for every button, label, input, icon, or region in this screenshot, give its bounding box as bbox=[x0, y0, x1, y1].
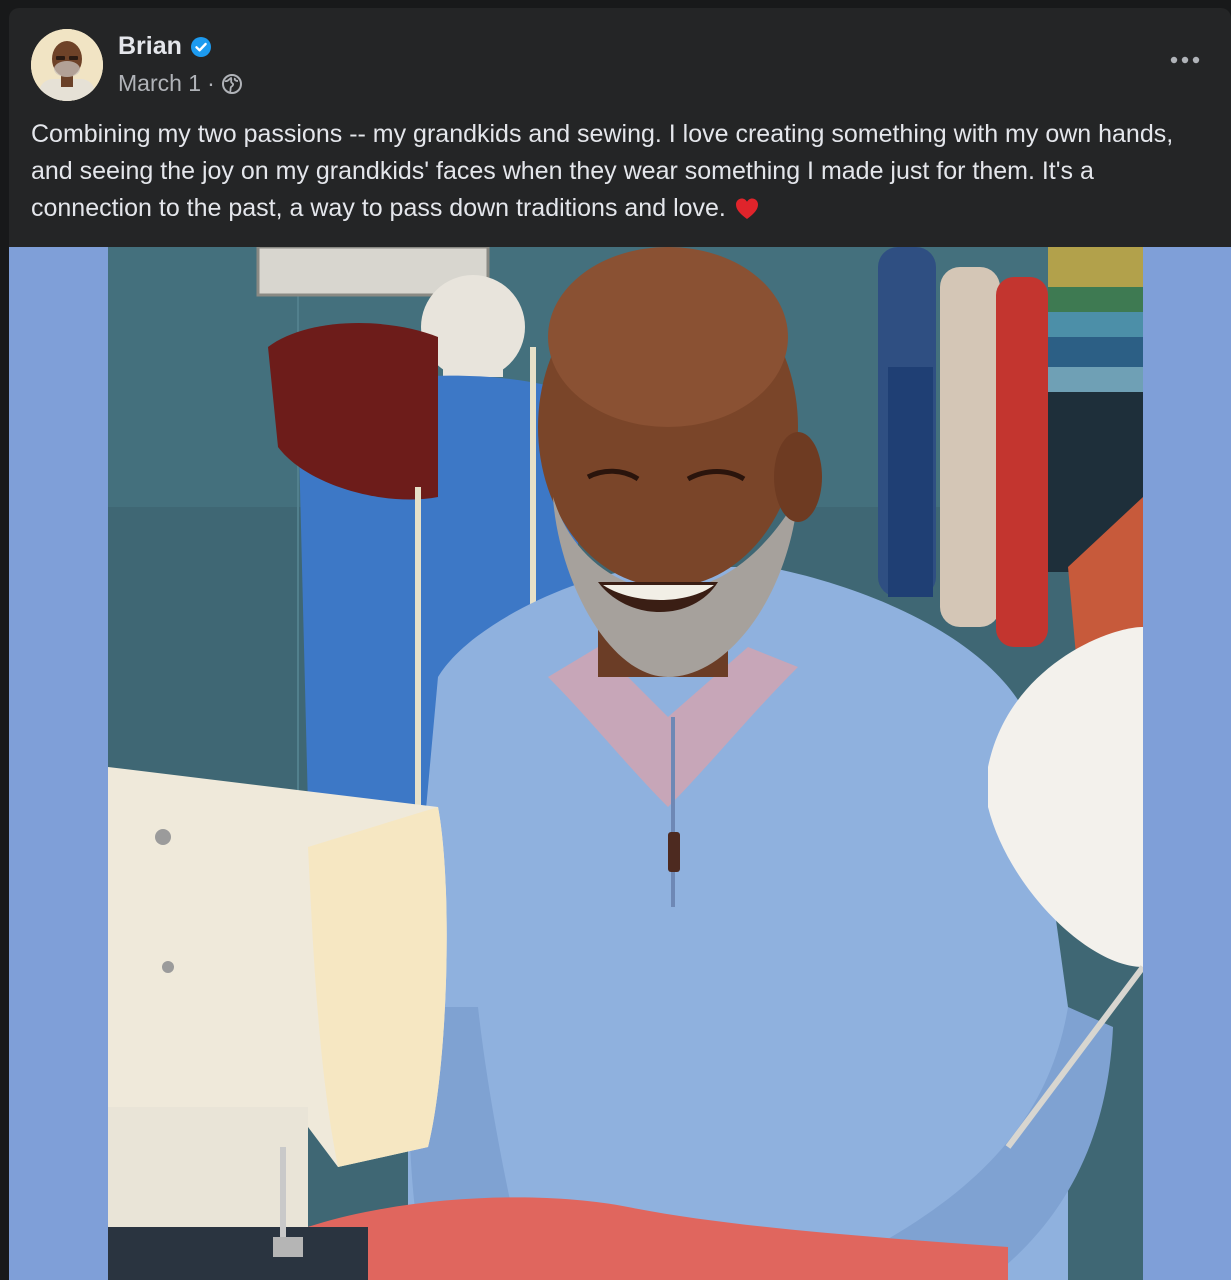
facebook-post: Brian March 1 · Combining my two passion… bbox=[9, 8, 1231, 1280]
post-meta: March 1 · bbox=[118, 70, 243, 97]
author-header: Brian bbox=[118, 32, 212, 61]
red-heart-icon bbox=[734, 196, 760, 222]
photo-sewing-man bbox=[108, 247, 1143, 1280]
author-avatar[interactable] bbox=[31, 29, 103, 101]
avatar-image bbox=[31, 29, 103, 101]
post-date[interactable]: March 1 bbox=[118, 70, 201, 97]
post-photo-container[interactable] bbox=[9, 247, 1231, 1280]
author-name[interactable]: Brian bbox=[118, 32, 182, 61]
globe-icon[interactable] bbox=[221, 73, 243, 95]
post-photo[interactable] bbox=[108, 247, 1143, 1280]
post-body: Combining my two passions -- my grandkid… bbox=[31, 116, 1211, 227]
meta-separator: · bbox=[207, 70, 215, 96]
post-text: Combining my two passions -- my grandkid… bbox=[31, 120, 1174, 222]
more-options-icon[interactable] bbox=[1167, 48, 1203, 72]
verified-badge-icon bbox=[190, 36, 212, 58]
